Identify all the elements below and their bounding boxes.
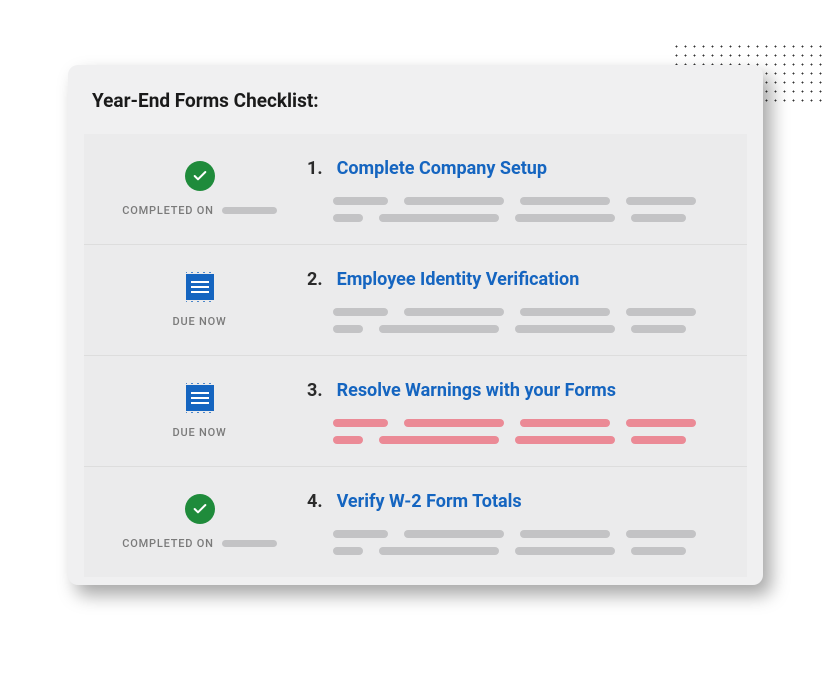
checkmark-icon: [182, 158, 218, 194]
status-label: COMPLETED ON: [122, 537, 213, 550]
item-title-link[interactable]: Complete Company Setup: [337, 158, 547, 179]
receipt-icon: [182, 380, 218, 416]
checklist-item: COMPLETED ON 1. Complete Company Setup: [84, 134, 747, 245]
item-content: 3. Resolve Warnings with your Forms: [307, 378, 739, 444]
item-content: 4. Verify W-2 Form Totals: [307, 489, 739, 555]
tab-stub: [165, 0, 385, 70]
checklist-item: COMPLETED ON 4. Verify W-2 Form Totals: [84, 467, 747, 577]
date-placeholder: [222, 540, 277, 547]
status-label: DUE NOW: [173, 426, 227, 439]
status-label-row: DUE NOW: [173, 426, 227, 439]
item-number: 1.: [307, 158, 323, 179]
status-column: COMPLETED ON: [92, 489, 307, 550]
status-column: DUE NOW: [92, 267, 307, 328]
item-number: 2.: [307, 269, 323, 290]
card-title: Year-End Forms Checklist:: [92, 89, 739, 112]
description-placeholder: [307, 197, 739, 222]
description-placeholder: [307, 308, 739, 333]
item-number: 4.: [307, 491, 323, 512]
item-number: 3.: [307, 380, 323, 401]
status-label-row: COMPLETED ON: [122, 537, 276, 550]
checklist-item: DUE NOW 3. Resolve Warnings with your Fo…: [84, 356, 747, 467]
status-column: COMPLETED ON: [92, 156, 307, 217]
item-title-link[interactable]: Verify W-2 Form Totals: [337, 491, 522, 512]
description-placeholder: [307, 530, 739, 555]
status-column: DUE NOW: [92, 378, 307, 439]
checklist-item: DUE NOW 2. Employee Identity Verificatio…: [84, 245, 747, 356]
item-title-link[interactable]: Employee Identity Verification: [337, 269, 580, 290]
description-placeholder: [307, 419, 739, 444]
item-content: 1. Complete Company Setup: [307, 156, 739, 222]
status-label: DUE NOW: [173, 315, 227, 328]
receipt-icon: [182, 269, 218, 305]
checkmark-icon: [182, 491, 218, 527]
date-placeholder: [222, 207, 277, 214]
item-title-link[interactable]: Resolve Warnings with your Forms: [337, 380, 616, 401]
status-label-row: DUE NOW: [173, 315, 227, 328]
item-content: 2. Employee Identity Verification: [307, 267, 739, 333]
status-label-row: COMPLETED ON: [122, 204, 276, 217]
checklist-card: Year-End Forms Checklist: COMPLETED ON 1…: [68, 65, 763, 585]
status-label: COMPLETED ON: [122, 204, 213, 217]
